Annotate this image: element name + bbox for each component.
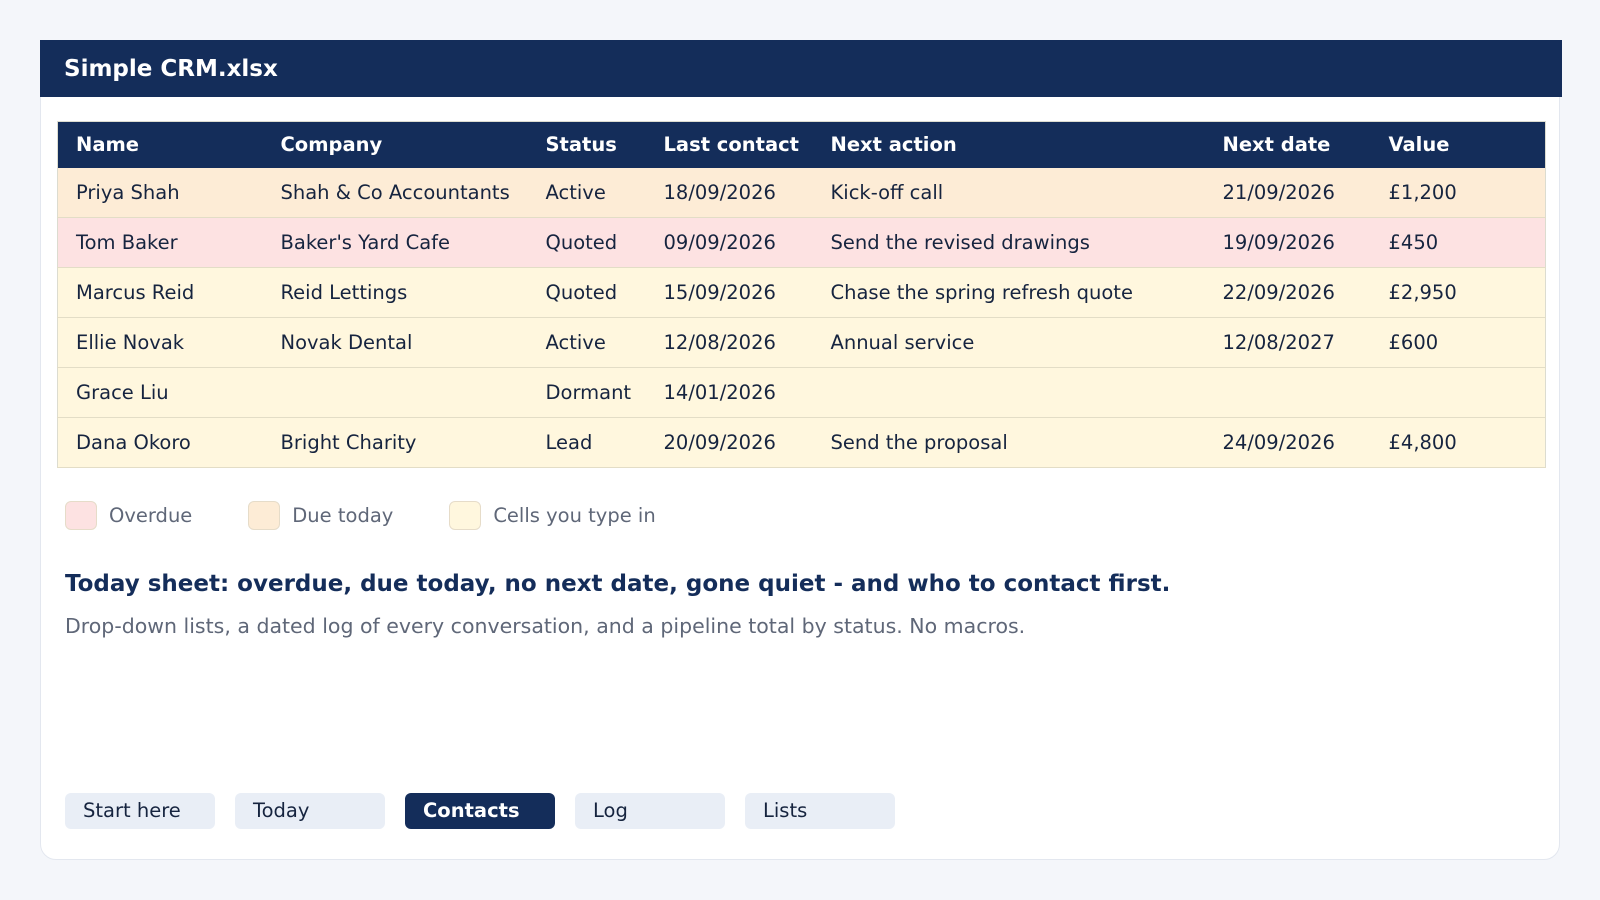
cell-value[interactable]: £4,800 bbox=[1370, 417, 1546, 468]
contacts-table: Name Company Status Last contact Next ac… bbox=[57, 121, 1546, 468]
summary-subline: Drop-down lists, a dated log of every co… bbox=[65, 614, 1026, 638]
table-row: Tom Baker Baker's Yard Cafe Quoted 09/09… bbox=[57, 217, 1546, 268]
cell-company[interactable]: Baker's Yard Cafe bbox=[262, 217, 528, 268]
legend-label: Due today bbox=[292, 504, 394, 527]
legend-label: Cells you type in bbox=[493, 504, 656, 527]
cell-company[interactable]: Shah & Co Accountants bbox=[262, 167, 528, 218]
input-cell-swatch bbox=[449, 501, 482, 530]
cell-value[interactable] bbox=[1370, 367, 1546, 418]
cell-last-contact[interactable]: 18/09/2026 bbox=[645, 167, 813, 218]
summary-headline: Today sheet: overdue, due today, no next… bbox=[65, 571, 1171, 597]
overdue-swatch bbox=[65, 501, 97, 530]
table-row: Ellie Novak Novak Dental Active 12/08/20… bbox=[57, 317, 1546, 368]
cell-last-contact[interactable]: 20/09/2026 bbox=[645, 417, 813, 468]
cell-value[interactable]: £600 bbox=[1370, 317, 1546, 368]
column-header-last-contact[interactable]: Last contact bbox=[645, 121, 813, 168]
column-header-value[interactable]: Value bbox=[1370, 121, 1546, 168]
cell-status[interactable]: Quoted bbox=[527, 267, 646, 318]
cell-next-date[interactable]: 24/09/2026 bbox=[1204, 417, 1371, 468]
cell-name[interactable]: Ellie Novak bbox=[57, 317, 263, 368]
cell-last-contact[interactable]: 15/09/2026 bbox=[645, 267, 813, 318]
cell-name[interactable]: Tom Baker bbox=[57, 217, 263, 268]
cell-company[interactable]: Novak Dental bbox=[262, 317, 528, 368]
tab-contacts[interactable]: Contacts bbox=[405, 793, 555, 829]
tab-today[interactable]: Today bbox=[235, 793, 385, 829]
cell-name[interactable]: Marcus Reid bbox=[57, 267, 263, 318]
column-header-name[interactable]: Name bbox=[57, 121, 263, 168]
cell-status[interactable]: Active bbox=[527, 317, 646, 368]
table-row: Dana Okoro Bright Charity Lead 20/09/202… bbox=[57, 417, 1546, 468]
cell-status[interactable]: Dormant bbox=[527, 367, 646, 418]
cell-status[interactable]: Active bbox=[527, 167, 646, 218]
legend-item-due-today: Due today bbox=[248, 501, 393, 530]
cell-next-action[interactable]: Send the proposal bbox=[812, 417, 1205, 468]
cell-next-date[interactable]: 12/08/2027 bbox=[1204, 317, 1371, 368]
sheet-tabs: Start here Today Contacts Log Lists bbox=[65, 793, 915, 829]
cell-next-date[interactable]: 19/09/2026 bbox=[1204, 217, 1371, 268]
column-header-company[interactable]: Company bbox=[262, 121, 528, 168]
cell-company[interactable] bbox=[262, 367, 528, 418]
table-row: Marcus Reid Reid Lettings Quoted 15/09/2… bbox=[57, 267, 1546, 318]
due-today-swatch bbox=[248, 501, 281, 530]
cell-next-date[interactable]: 22/09/2026 bbox=[1204, 267, 1371, 318]
legend-item-overdue: Overdue bbox=[65, 501, 192, 530]
table-row: Grace Liu Dormant 14/01/2026 bbox=[57, 367, 1546, 418]
table-row: Priya Shah Shah & Co Accountants Active … bbox=[57, 167, 1546, 218]
spreadsheet-window: Simple CRM.xlsx Name Company Status Last… bbox=[40, 40, 1562, 860]
cell-next-action[interactable]: Send the revised drawings bbox=[812, 217, 1205, 268]
cell-status[interactable]: Lead bbox=[527, 417, 646, 468]
cell-next-date[interactable] bbox=[1204, 367, 1371, 418]
cell-last-contact[interactable]: 12/08/2026 bbox=[645, 317, 813, 368]
color-legend: Overdue Due today Cells you type in bbox=[65, 501, 712, 530]
tab-start-here[interactable]: Start here bbox=[65, 793, 215, 829]
cell-value[interactable]: £2,950 bbox=[1370, 267, 1546, 318]
cell-value[interactable]: £1,200 bbox=[1370, 167, 1546, 218]
cell-next-action[interactable]: Annual service bbox=[812, 317, 1205, 368]
tab-log[interactable]: Log bbox=[575, 793, 725, 829]
cell-name[interactable]: Grace Liu bbox=[57, 367, 263, 418]
cell-last-contact[interactable]: 09/09/2026 bbox=[645, 217, 813, 268]
cell-name[interactable]: Priya Shah bbox=[57, 167, 263, 218]
cell-company[interactable]: Bright Charity bbox=[262, 417, 528, 468]
cell-last-contact[interactable]: 14/01/2026 bbox=[645, 367, 813, 418]
cell-next-date[interactable]: 21/09/2026 bbox=[1204, 167, 1371, 218]
cell-next-action[interactable]: Chase the spring refresh quote bbox=[812, 267, 1205, 318]
tab-lists[interactable]: Lists bbox=[745, 793, 895, 829]
window-title: Simple CRM.xlsx bbox=[40, 40, 1562, 97]
cell-company[interactable]: Reid Lettings bbox=[262, 267, 528, 318]
column-header-status[interactable]: Status bbox=[527, 121, 646, 168]
cell-name[interactable]: Dana Okoro bbox=[57, 417, 263, 468]
legend-item-input-cells: Cells you type in bbox=[449, 501, 656, 530]
cell-status[interactable]: Quoted bbox=[527, 217, 646, 268]
cell-next-action[interactable] bbox=[812, 367, 1205, 418]
legend-label: Overdue bbox=[109, 504, 193, 527]
cell-value[interactable]: £450 bbox=[1370, 217, 1546, 268]
header-row: Name Company Status Last contact Next ac… bbox=[57, 121, 1546, 168]
column-header-next-action[interactable]: Next action bbox=[812, 121, 1205, 168]
cell-next-action[interactable]: Kick-off call bbox=[812, 167, 1205, 218]
column-header-next-date[interactable]: Next date bbox=[1204, 121, 1371, 168]
